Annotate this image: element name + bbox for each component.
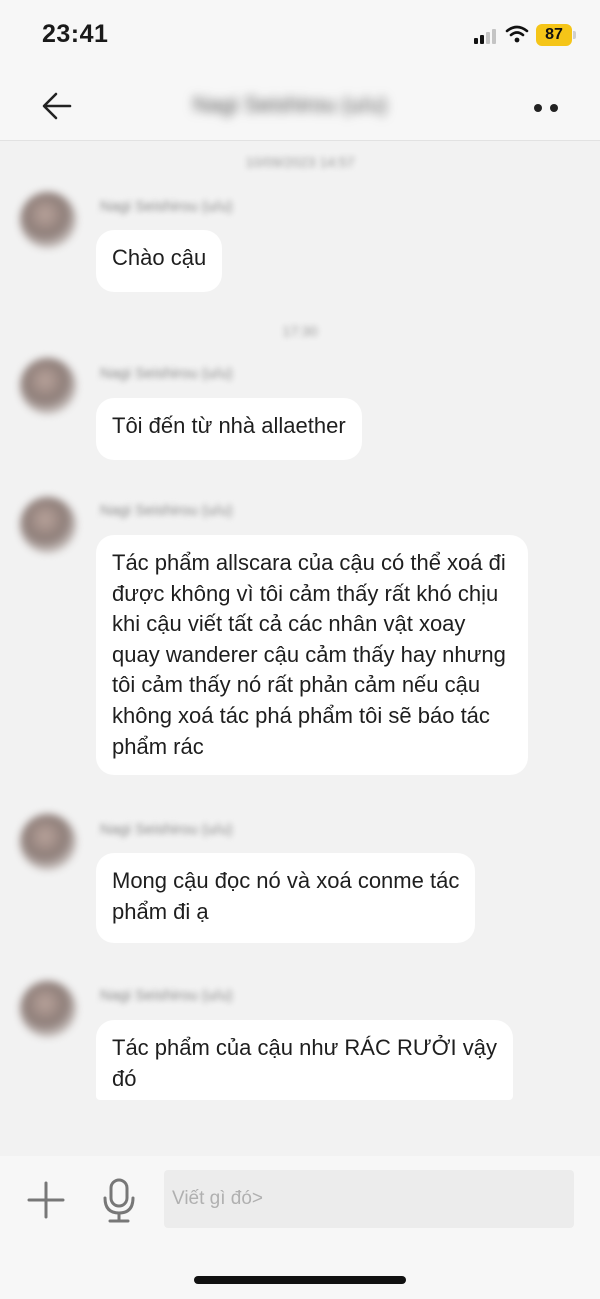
battery-indicator: 87	[536, 24, 576, 46]
more-dots-icon[interactable]	[526, 98, 566, 118]
plus-icon[interactable]	[26, 1180, 66, 1220]
sender-name: Nagi Seishirou (u/u)	[100, 821, 233, 838]
arrow-left-icon[interactable]	[38, 88, 78, 124]
avatar[interactable]	[20, 358, 76, 414]
home-indicator	[194, 1276, 406, 1284]
signal-icon	[474, 28, 500, 44]
avatar[interactable]	[20, 192, 76, 248]
message-bubble: Tác phẩm allscara của cậu có thể xoá đi …	[96, 535, 528, 775]
chat-header: Nagi Seishirou (u/u)	[0, 70, 600, 141]
date-separator: 17:30	[282, 323, 318, 339]
message-bubble: Chào cậu	[96, 230, 223, 292]
microphone-icon[interactable]	[100, 1178, 138, 1224]
avatar[interactable]	[20, 814, 76, 870]
avatar[interactable]	[20, 497, 76, 553]
message-bubble: Mong cậu đọc nó và xoá conme tác phẩm đi…	[96, 853, 476, 943]
message-input[interactable]	[164, 1170, 574, 1228]
sender-name: Nagi Seishirou (u/u)	[100, 502, 233, 519]
wifi-icon	[505, 25, 529, 43]
date-separator: 10/09/2023 14:57	[245, 154, 355, 170]
status-time: 23:41	[42, 20, 109, 48]
sender-name: Nagi Seishirou (u/u)	[100, 365, 233, 382]
message-bubble: Tác phẩm của cậu như RÁC RƯỞI vậy đó	[96, 1020, 513, 1100]
chat-title: Nagi Seishirou (u/u)	[192, 92, 388, 117]
sender-name: Nagi Seishirou (u/u)	[100, 987, 233, 1004]
message-bubble: Tôi đến từ nhà allaether	[96, 398, 362, 460]
sender-name: Nagi Seishirou (u/u)	[100, 198, 233, 215]
status-bar: 23:41 87	[0, 0, 600, 70]
avatar[interactable]	[20, 981, 76, 1037]
